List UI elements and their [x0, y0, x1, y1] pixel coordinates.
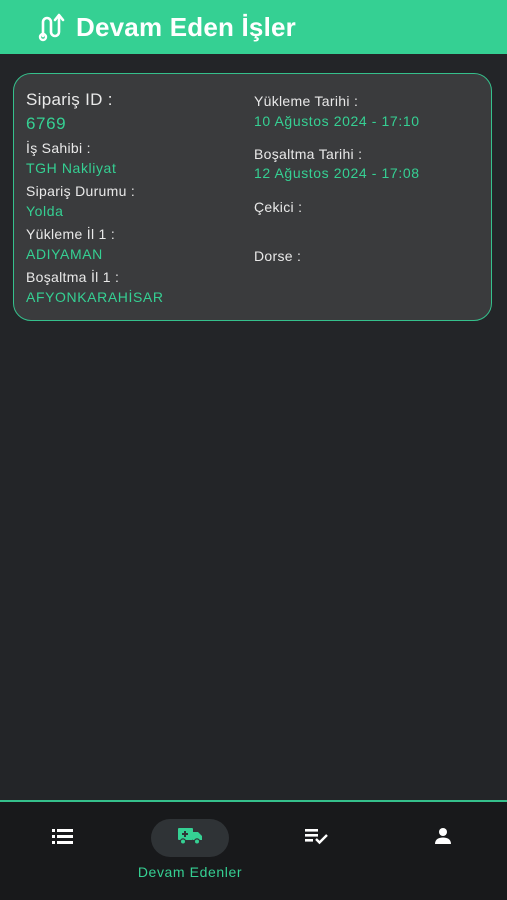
unload-city-label: Boşaltma İl 1 : [26, 269, 120, 285]
order-id-label: Sipariş ID : [26, 90, 113, 109]
load-date-label: Yükleme Tarihi : [254, 93, 359, 109]
order-card[interactable]: Sipariş ID : 6769 İş Sahibi : TGH Nakliy… [13, 73, 492, 321]
app-header: Devam Eden İşler [0, 0, 507, 54]
nav-item-completed[interactable] [297, 802, 337, 900]
checklist-icon [305, 827, 329, 850]
list-icon [52, 827, 74, 850]
status-label: Sipariş Durumu : [26, 183, 136, 199]
unload-city-value: AFYONKARAHİSAR [26, 289, 164, 305]
route-icon [36, 12, 66, 42]
nav-item-list[interactable] [43, 802, 83, 900]
nav-item-ongoing[interactable]: Devam Edenler [128, 802, 252, 900]
owner-value: TGH Nakliyat [26, 160, 117, 176]
truck-icon [177, 826, 203, 851]
tractor-label: Çekici : [254, 199, 303, 215]
page-title: Devam Eden İşler [76, 11, 296, 42]
nav-item-profile[interactable] [423, 802, 463, 900]
load-city-label: Yükleme İl 1 : [26, 226, 116, 242]
bottom-navigation: Devam Edenler [0, 800, 507, 900]
unload-date-value: 12 Ağustos 2024 - 17:08 [254, 165, 420, 181]
person-icon [434, 827, 452, 850]
status-value: Yolda [26, 203, 64, 219]
owner-label: İş Sahibi : [26, 140, 91, 156]
load-city-value: ADIYAMAN [26, 246, 103, 262]
trailer-label: Dorse : [254, 248, 302, 264]
nav-label-ongoing: Devam Edenler [137, 864, 243, 880]
unload-date-label: Boşaltma Tarihi : [254, 146, 363, 162]
order-id-value: 6769 [26, 114, 67, 133]
load-date-value: 10 Ağustos 2024 - 17:10 [254, 113, 420, 129]
